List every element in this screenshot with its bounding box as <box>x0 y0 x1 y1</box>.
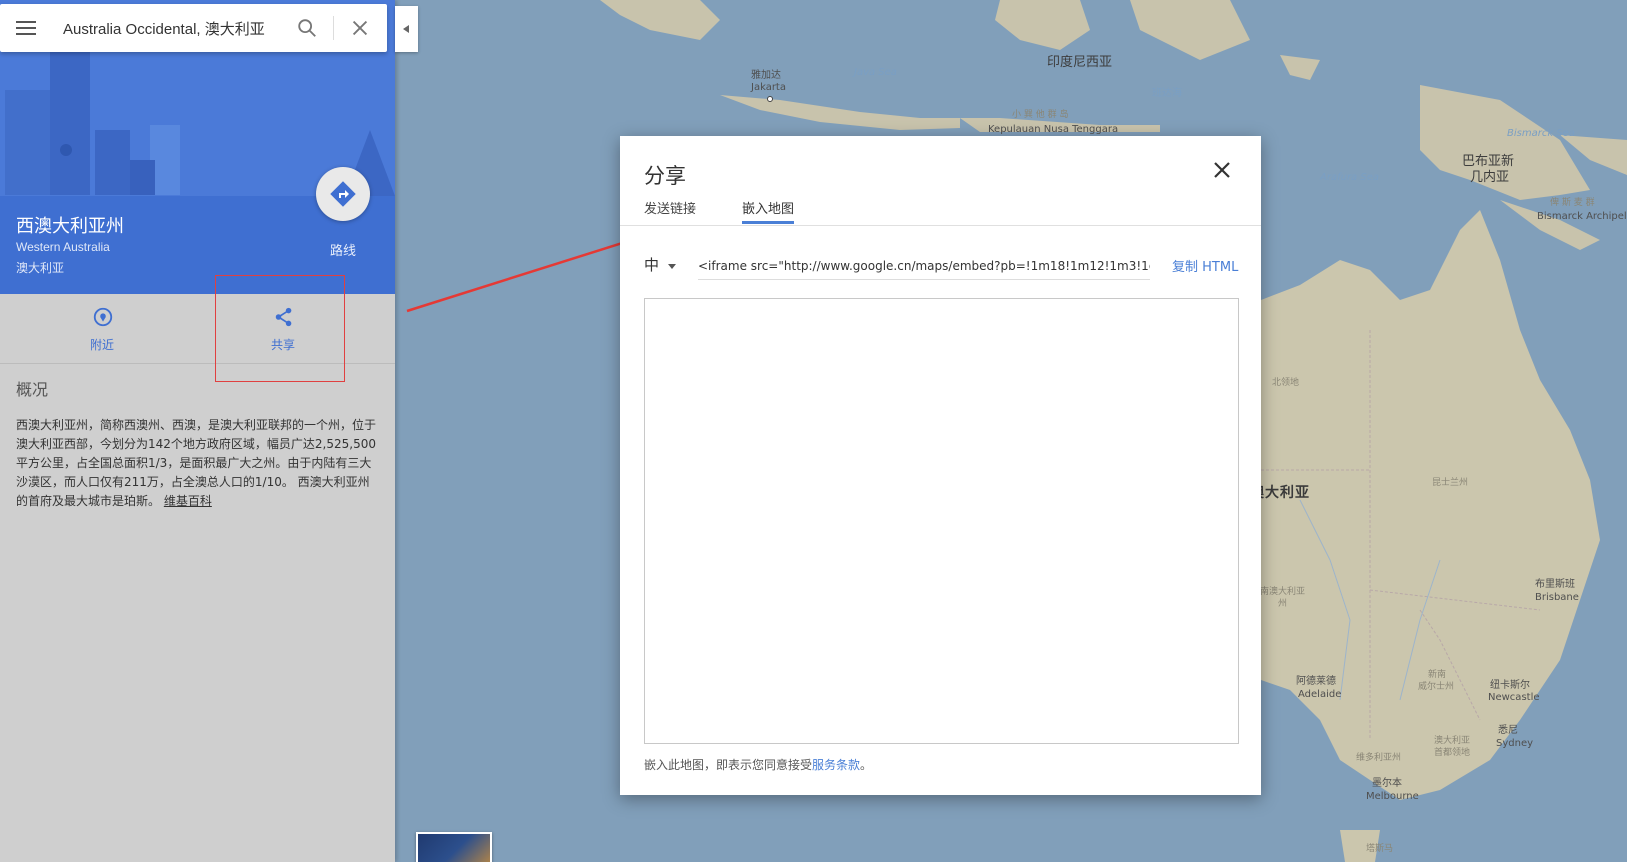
place-subtitle: Western Australia <box>16 240 110 254</box>
map-label-adelaide: Adelaide <box>1298 689 1342 700</box>
location-pin-icon <box>93 307 113 327</box>
map-label-canberra-1: 澳大利亚 <box>1434 736 1471 746</box>
map-label-jakarta: Jakarta <box>751 82 786 93</box>
map-label-queensland: 昆士兰州 <box>1432 478 1469 488</box>
map-size-select[interactable]: 中 <box>644 254 684 278</box>
map-label-south-australia-1: 南澳大利亚 <box>1260 587 1306 597</box>
map-label-northern-territory: 北领地 <box>1272 378 1300 388</box>
tab-divider <box>620 225 1261 226</box>
overview-title: 概况 <box>16 380 49 399</box>
footer-text: 嵌入此地图，即表示您同意接受 <box>644 758 813 772</box>
collapse-arrow-icon[interactable] <box>395 6 418 52</box>
map-label-jakarta-cn: 雅加达 <box>751 70 781 81</box>
map-label-png-1: 巴布亚新 <box>1462 154 1515 169</box>
search-icon[interactable] <box>296 17 318 39</box>
place-country: 澳大利亚 <box>16 261 65 275</box>
close-icon[interactable] <box>1212 160 1232 180</box>
directions-label: 路线 <box>329 244 356 259</box>
nearby-label: 附近 <box>89 338 114 352</box>
map-label-bismarck-arch-cn: 俾 斯 麦 群 <box>1550 198 1595 208</box>
map-label-melbourne-cn: 墨尔本 <box>1372 778 1402 789</box>
map-label-lesser-sunda: Kepulauan Nusa Tenggara <box>988 124 1119 135</box>
footer-end: 。 <box>860 758 873 772</box>
map-label-indonesia: 印度尼西亚 <box>1047 55 1113 70</box>
map-label-melbourne: Melbourne <box>1366 791 1419 802</box>
imagery-toggle-thumbnail[interactable] <box>416 832 492 862</box>
map-label-brisbane-cn: 布里斯班 <box>1535 579 1575 590</box>
place-title: 西澳大利亚州 <box>16 216 124 236</box>
map-label-sydney: Sydney <box>1496 738 1534 749</box>
share-highlight-annotation <box>215 275 345 382</box>
map-label-victoria: 维多利亚州 <box>1356 753 1402 763</box>
menu-icon[interactable] <box>14 18 38 38</box>
directions-icon <box>330 181 356 207</box>
tab-send-link[interactable]: 发送链接 <box>644 198 696 224</box>
search-divider <box>333 16 334 40</box>
embed-preview <box>644 298 1239 744</box>
map-label-bismarck-sea: Bismarck Sea <box>1507 128 1575 139</box>
map-label-bismarck-arch: Bismarck Archipela <box>1537 211 1627 222</box>
map-label-adelaide-cn: 阿德莱德 <box>1296 676 1336 687</box>
map-label-lesser-sunda-cn: 小 巽 他 群 岛 <box>1012 110 1069 120</box>
search-box <box>0 4 387 52</box>
map-label-java-sea: Java Sea <box>854 67 897 78</box>
terms-of-service-link[interactable]: 服务条款 <box>812 758 860 772</box>
side-panel: 西澳大利亚州 Western Australia 澳大利亚 路线 附近 <box>0 0 418 862</box>
map-label-tasmania: 塔斯马 <box>1366 844 1394 854</box>
dialog-title: 分享 <box>644 164 686 188</box>
map-label-canberra-2: 首都领地 <box>1434 748 1471 758</box>
map-label-south-australia-2: 州 <box>1278 599 1288 609</box>
map-city-dot-jakarta <box>767 96 773 102</box>
embed-code-field[interactable] <box>698 252 1150 280</box>
chevron-down-icon[interactable] <box>668 264 676 269</box>
map-label-banda-sea: 班达海 <box>1152 88 1182 99</box>
map-label-newcastle-cn: 纽卡斯尔 <box>1490 680 1530 691</box>
map-label-nsw-1: 新南 <box>1428 670 1447 680</box>
share-dialog: 分享 发送链接 嵌入地图 中 复制 HTML 嵌入此地图，即表示您同意接受服务条… <box>620 136 1261 795</box>
map-label-arafura-sea: Arafura Sea <box>1320 172 1379 183</box>
search-input[interactable] <box>63 14 293 42</box>
map-label-sydney-cn: 悉尼 <box>1498 725 1518 736</box>
nearby-button[interactable]: 附近 <box>52 294 152 364</box>
map-label-nsw-2: 威尔士州 <box>1418 682 1455 692</box>
map-label-png-2: 几内亚 <box>1470 170 1510 185</box>
copy-html-button[interactable]: 复制 HTML <box>1172 256 1238 275</box>
overview-description: 西澳大利亚州，简称西澳州、西澳，是澳大利亚联邦的一个州，位于澳大利亚西部，今划分… <box>16 416 376 511</box>
close-icon[interactable] <box>349 17 371 39</box>
active-tab-indicator <box>742 221 794 224</box>
dialog-footer: 嵌入此地图，即表示您同意接受服务条款。 <box>644 756 872 773</box>
directions-button[interactable] <box>316 167 370 221</box>
map-label-newcastle: Newcastle <box>1488 692 1540 703</box>
map-label-brisbane: Brisbane <box>1535 592 1579 603</box>
wikipedia-link[interactable]: 维基百科 <box>164 494 212 508</box>
